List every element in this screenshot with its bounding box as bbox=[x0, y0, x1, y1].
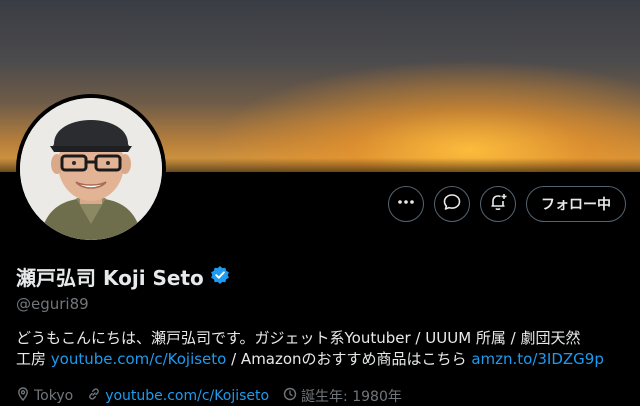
notification-button[interactable] bbox=[480, 186, 516, 222]
notification-bell-icon bbox=[488, 192, 508, 216]
more-button[interactable] bbox=[388, 186, 424, 222]
message-icon bbox=[442, 192, 462, 216]
profile-bio: どうもこんにちは、瀬戸弘司です。ガジェット系Youtuber / UUUM 所属… bbox=[16, 328, 632, 370]
avatar-illustration bbox=[20, 98, 162, 240]
message-button[interactable] bbox=[434, 186, 470, 222]
profile-actions: フォロー中 bbox=[388, 186, 626, 222]
bio-amazon-link[interactable]: amzn.to/3IDZG9p bbox=[471, 350, 604, 368]
name-row: 瀬戸弘司 Koji Seto bbox=[16, 262, 230, 291]
profile-meta: Tokyo youtube.com/c/Kojiseto 誕生年: 1980年 bbox=[16, 386, 402, 406]
verified-badge-icon[interactable] bbox=[210, 265, 230, 289]
location-text: Tokyo bbox=[34, 388, 74, 404]
birthday-icon bbox=[283, 387, 297, 405]
meta-birth: 誕生年: 1980年 bbox=[283, 386, 402, 406]
bio-youtube-link[interactable]: youtube.com/c/Kojiseto bbox=[51, 350, 227, 368]
meta-website: youtube.com/c/Kojiseto bbox=[87, 386, 269, 406]
link-icon bbox=[87, 387, 101, 405]
avatar[interactable] bbox=[16, 94, 166, 244]
bio-line-1: どうもこんにちは、瀬戸弘司です。ガジェット系Youtuber / UUUM 所属… bbox=[16, 329, 581, 347]
website-link[interactable]: youtube.com/c/Kojiseto bbox=[105, 388, 269, 404]
following-button[interactable]: フォロー中 bbox=[526, 186, 626, 222]
user-handle: @eguri89 bbox=[16, 295, 89, 313]
display-name: 瀬戸弘司 Koji Seto bbox=[16, 266, 204, 290]
meta-location: Tokyo bbox=[16, 386, 73, 406]
bio-text-prefix: 工房 bbox=[16, 350, 51, 368]
bio-line-2: 工房 youtube.com/c/Kojiseto / Amazonのおすすめ商… bbox=[16, 349, 632, 370]
location-icon bbox=[16, 387, 30, 405]
bio-text-mid: / Amazonのおすすめ商品はこちら bbox=[226, 350, 472, 368]
birth-text: 誕生年: 1980年 bbox=[301, 389, 402, 405]
more-icon bbox=[397, 193, 415, 215]
avatar-photo bbox=[20, 98, 162, 240]
